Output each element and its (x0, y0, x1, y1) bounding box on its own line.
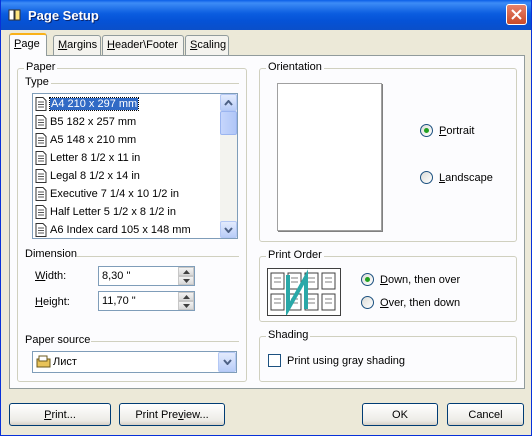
paper-type-label: Letter 8 1/2 x 11 in (50, 151, 141, 164)
paper-type-item[interactable]: Letter 8 1/2 x 11 in (35, 149, 217, 166)
width-label: Width: (35, 270, 67, 282)
landscape-radio[interactable]: Landscape (420, 171, 493, 184)
height-up-button[interactable] (178, 292, 194, 301)
paper-type-list[interactable]: A4 210 x 297 mm B5 182 x 257 mm A5 148 x 2… (32, 93, 238, 239)
paper-type-label: A4 210 x 297 mm (48, 96, 140, 111)
tab-page[interactable]: Page (9, 33, 47, 56)
chevron-up-icon (224, 99, 233, 106)
document-icon (35, 204, 47, 219)
dimension-divider (77, 256, 239, 257)
paper-type-item[interactable]: A4 210 x 297 mm (35, 95, 217, 112)
paper-type-item[interactable]: Legal 8 1/2 x 14 in (35, 167, 217, 184)
document-icon (35, 186, 47, 201)
document-icon (35, 132, 47, 147)
paper-type-label: B5 182 x 257 mm (50, 115, 137, 128)
paper-source-dropdown-button[interactable] (218, 352, 236, 372)
orientation-page-preview (277, 83, 382, 231)
paper-type-label: Half Letter 5 1/2 x 8 1/2 in (50, 205, 176, 218)
down-then-over-radio[interactable]: Down, then over (361, 273, 460, 286)
paper-type-item[interactable]: Half Letter 5 1/2 x 8 1/2 in (35, 203, 217, 220)
paper-type-item[interactable]: A6 Index card 105 x 148 mm (35, 221, 217, 238)
arrow-down-icon (182, 303, 190, 308)
chevron-down-icon (222, 359, 232, 365)
arrow-up-icon (182, 294, 190, 299)
print-order-diagram (270, 269, 336, 317)
over-then-down-radio[interactable]: Over, then down (361, 296, 460, 309)
list-scrollbar[interactable] (220, 94, 237, 238)
landscape-radio-dot (420, 171, 433, 184)
close-icon (511, 9, 522, 20)
tab-margins[interactable]: Margins (53, 35, 101, 55)
window-title: Page Setup (28, 7, 99, 23)
height-field[interactable]: 11,70 " (98, 291, 195, 311)
tab-header-footer[interactable]: Header\Footer (102, 35, 184, 55)
document-icon (35, 96, 47, 111)
document-icon (35, 114, 47, 129)
close-button[interactable] (506, 4, 527, 25)
paper-source-value: Лист (53, 356, 77, 368)
print-order-preview (267, 268, 341, 317)
cancel-button[interactable]: Cancel (447, 403, 524, 426)
dimension-label: Dimension (23, 248, 79, 260)
paper-type-item[interactable]: B5 182 x 257 mm (35, 113, 217, 130)
paper-source-select[interactable]: Лист (32, 351, 237, 373)
gray-shading-checkbox[interactable]: Print using gray shading (268, 354, 405, 367)
paper-type-label: Executive 7 1/4 x 10 1/2 in (50, 187, 180, 200)
over-then-down-radio-dot (361, 296, 374, 309)
width-down-button[interactable] (178, 276, 194, 285)
shading-group-label: Shading (266, 329, 311, 341)
chevron-down-icon (224, 226, 233, 233)
paper-type-item[interactable]: A5 148 x 210 mm (35, 131, 217, 148)
width-value: 8,30 " (102, 270, 131, 282)
print-button[interactable]: Print... (9, 403, 111, 426)
height-value: 11,70 " (102, 295, 136, 307)
width-field[interactable]: 8,30 " (98, 266, 195, 286)
arrow-up-icon (182, 269, 190, 274)
print-preview-button[interactable]: Print Pre v iew... (119, 403, 225, 426)
document-icon (35, 222, 47, 237)
print-order-group-label: Print Order (266, 249, 324, 261)
scroll-up-button[interactable] (220, 94, 237, 111)
portrait-radio-dot (420, 124, 433, 137)
document-icon (35, 150, 47, 165)
width-up-button[interactable] (178, 267, 194, 276)
scroll-down-button[interactable] (220, 221, 237, 238)
document-icon (35, 168, 47, 183)
scroll-thumb[interactable] (220, 111, 237, 135)
printer-tray-icon (36, 355, 51, 369)
arrow-down-icon (182, 278, 190, 283)
page-setup-icon (7, 7, 23, 23)
orientation-group-label: Orientation (266, 61, 324, 73)
ok-button[interactable]: OK (362, 403, 438, 426)
down-then-over-radio-dot (361, 273, 374, 286)
page-setup-dialog: Page Setup Page Margins Header\Footer Sc… (0, 0, 532, 436)
gray-shading-checkbox-box (268, 354, 281, 367)
paper-type-label: A6 Index card 105 x 148 mm (50, 223, 191, 236)
type-label: Type (23, 76, 51, 88)
type-divider (51, 83, 239, 84)
height-label: Height: (35, 296, 70, 308)
portrait-radio[interactable]: Portrait (420, 124, 474, 137)
paper-group-label: Paper (24, 61, 58, 73)
paper-type-label: Legal 8 1/2 x 14 in (50, 169, 140, 182)
paper-source-divider (91, 341, 239, 342)
paper-type-item[interactable]: Executive 7 1/4 x 10 1/2 in (35, 185, 217, 202)
title-bar: Page Setup (1, 0, 531, 30)
paper-source-label: Paper source (23, 334, 93, 346)
tab-scaling[interactable]: Scaling (185, 35, 229, 55)
height-down-button[interactable] (178, 301, 194, 310)
paper-type-label: A5 148 x 210 mm (50, 133, 137, 146)
